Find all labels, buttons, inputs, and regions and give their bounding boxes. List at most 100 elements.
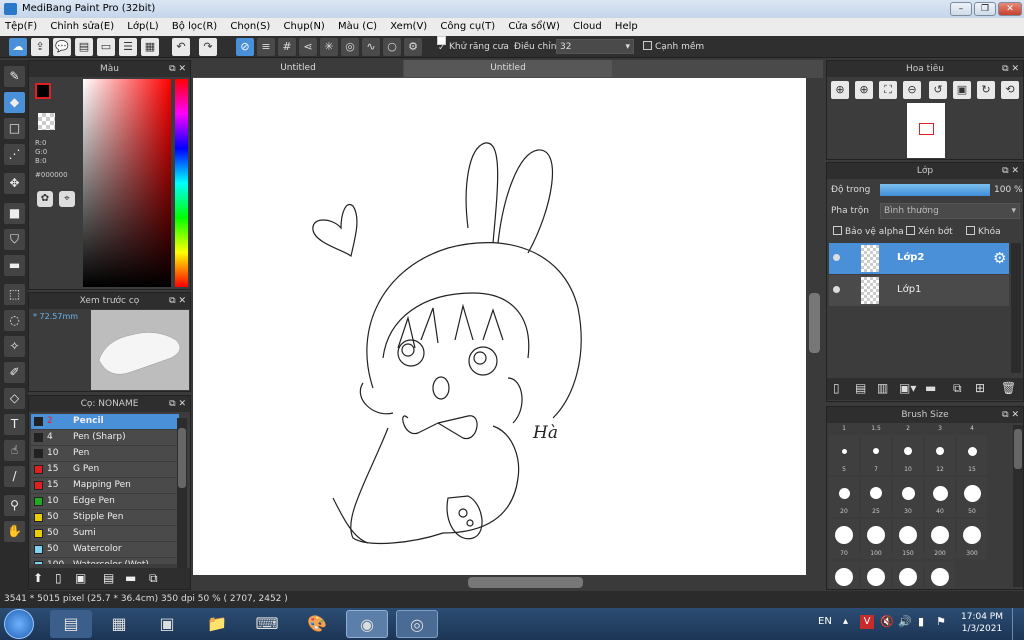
menu-tools[interactable]: Công cụ(T) [440,21,495,32]
brush-size-cell[interactable]: 1000 [925,561,955,589]
duplicate-layer-icon[interactable]: ⧉ [953,381,962,396]
merge-layer-icon[interactable]: ⊞ [975,381,985,395]
panel-close-icon[interactable]: ⧉ ✕ [1002,407,1019,423]
brush-size-cell[interactable]: 300 [957,519,987,559]
winrar-task-icon[interactable]: ▤ [50,610,92,638]
folder-icon[interactable]: ▬ [125,571,136,585]
reset-view-icon[interactable]: ⟲ [1001,81,1019,99]
menu-help[interactable]: Help [615,21,638,32]
operation-tool-icon[interactable]: ☝ [4,440,25,461]
brush-item[interactable]: 2Pencil⚙ [31,414,179,429]
text-tool-icon[interactable]: T [4,414,25,435]
minimize-button[interactable]: – [950,2,972,16]
panel-close-icon[interactable]: ⧉ ✕ [169,61,186,77]
explorer-task-icon[interactable]: 📁 [196,610,238,638]
adjust-select[interactable]: 32 ▾ [556,39,634,54]
fill-rect-tool-icon[interactable]: ■ [4,203,25,224]
hand-tool-icon[interactable]: ✋ [4,521,25,542]
clip-option[interactable]: Xén bớt [906,226,953,237]
magic-wand-tool-icon[interactable]: ✧ [4,336,25,357]
speaker-muted-icon[interactable]: 🔇 [880,615,894,628]
select-rect-tool-icon[interactable]: ⬚ [4,284,25,305]
blend-mode-select[interactable]: Bình thường ▾ [880,203,1020,219]
snap-off-icon[interactable]: ⊘ [236,38,254,56]
brush-size-cell[interactable]: 7 [861,435,891,475]
gradient-tool-icon[interactable]: ▬ [4,255,25,276]
divide-tool-icon[interactable]: / [4,466,25,487]
saturation-value-picker[interactable] [83,79,171,287]
menu-layer[interactable]: Lớp(L) [127,21,158,32]
cloud-icon[interactable]: ☁ [9,38,27,56]
calculator-task-icon[interactable]: ▦ [98,610,140,638]
comment-icon[interactable]: 💬 [53,38,71,56]
antialias-option[interactable]: ✓ Khử răng cưa [437,36,509,58]
brush-size-cell[interactable]: 100 [861,519,891,559]
brush-list-scrollbar[interactable] [177,418,187,568]
brush-size-cell[interactable]: 20 [829,477,859,517]
brush-item[interactable]: 15 Mapping Pen [31,478,179,493]
bucket-tool-icon[interactable]: ⛉ [4,229,25,250]
brush-size-cell[interactable]: 15 [957,435,987,475]
panel-close-icon[interactable]: ⧉ ✕ [169,293,186,309]
snap-perspective-icon[interactable]: ⋖ [299,38,317,56]
add-brush-icon[interactable]: ▣ [75,571,86,585]
brush-size-cell[interactable]: 50 [957,477,987,517]
palette-icon[interactable]: ✿ [37,191,53,207]
zoom-in-icon[interactable]: ⊕ [831,81,849,99]
tab-untitled-1[interactable]: Untitled [193,60,403,77]
brush-size-cell[interactable]: 5 [829,435,859,475]
soft-edge-option[interactable]: Cạnh mềm [643,36,704,58]
brush-size-cell[interactable]: 12 [925,435,955,475]
start-button[interactable] [4,609,34,639]
paint-task-icon[interactable]: 🎨 [296,610,338,638]
snap-settings-icon[interactable]: ⚙ [404,38,422,56]
new-halftone-layer-icon[interactable]: ▤ [855,381,866,395]
show-desktop-button[interactable] [1012,608,1024,640]
snap-concentric-icon[interactable]: ◎ [341,38,359,56]
clip-checkbox[interactable] [906,226,915,235]
vertical-scrollbar[interactable] [806,78,823,575]
share-icon[interactable]: ▤ [75,38,93,56]
brush-size-cell[interactable]: 25 [861,477,891,517]
transparent-color-swatch[interactable] [38,113,55,130]
menu-file[interactable]: Tệp(F) [5,21,37,32]
rotate-right-icon[interactable]: ↻ [977,81,995,99]
brush-item[interactable]: 100 Watercolor (Wet) [31,558,179,564]
color-picker-icon[interactable]: ⌖ [59,191,75,207]
layer-row-1[interactable]: Lớp1 [829,275,1009,306]
lock-option[interactable]: Khóa [966,226,1001,237]
brush-item[interactable]: 50 Sumi [31,526,179,541]
move-tool-icon[interactable]: ✥ [4,173,25,194]
select-eraser-tool-icon[interactable]: ◇ [4,388,25,409]
visibility-icon[interactable] [833,286,840,293]
navigator-thumbnail[interactable] [907,103,945,158]
restore-button[interactable]: ❐ [974,2,996,16]
antivirus-tray-icon[interactable]: V [860,615,874,629]
add-layer-menu-icon[interactable]: ▣▾ [899,381,916,395]
redo-icon[interactable]: ↷ [199,38,217,56]
gear-icon[interactable]: ⚙ [993,249,1006,267]
menu-select[interactable]: Chọn(S) [230,21,270,32]
tab-untitled-2[interactable]: Untitled [404,60,612,77]
brush-size-cell[interactable]: 400 [829,561,859,589]
brush-item[interactable]: 50 Watercolor [31,542,179,557]
dot-tool-icon[interactable]: ⋰ [4,144,25,165]
scrollbar-thumb[interactable] [178,428,186,488]
brush-size-cell[interactable]: 150 [893,519,923,559]
brush-size-cell[interactable]: 500 [861,561,891,589]
horizontal-scrollbar[interactable] [193,575,823,590]
brush-item[interactable]: 4 Pen (Sharp) [31,430,179,445]
unikey-task-icon[interactable]: ⌨ [246,610,288,638]
lasso-tool-icon[interactable]: ◌ [4,310,25,331]
fit-icon[interactable]: ⛶ [879,81,897,99]
panel-close-icon[interactable]: ⧉ ✕ [169,396,186,412]
brush-size-cell[interactable]: 30 [893,477,923,517]
snap-grid-icon[interactable]: # [278,38,296,56]
menu-color[interactable]: Màu (C) [338,21,377,32]
snap-curve-icon[interactable]: ∿ [362,38,380,56]
layer-scrollbar[interactable] [1011,243,1021,373]
panel-close-icon[interactable]: ⧉ ✕ [1002,163,1019,179]
protect-alpha-checkbox[interactable] [833,226,842,235]
brush-item[interactable]: 10 Pen [31,446,179,461]
brush-size-cell[interactable]: 70 [829,519,859,559]
